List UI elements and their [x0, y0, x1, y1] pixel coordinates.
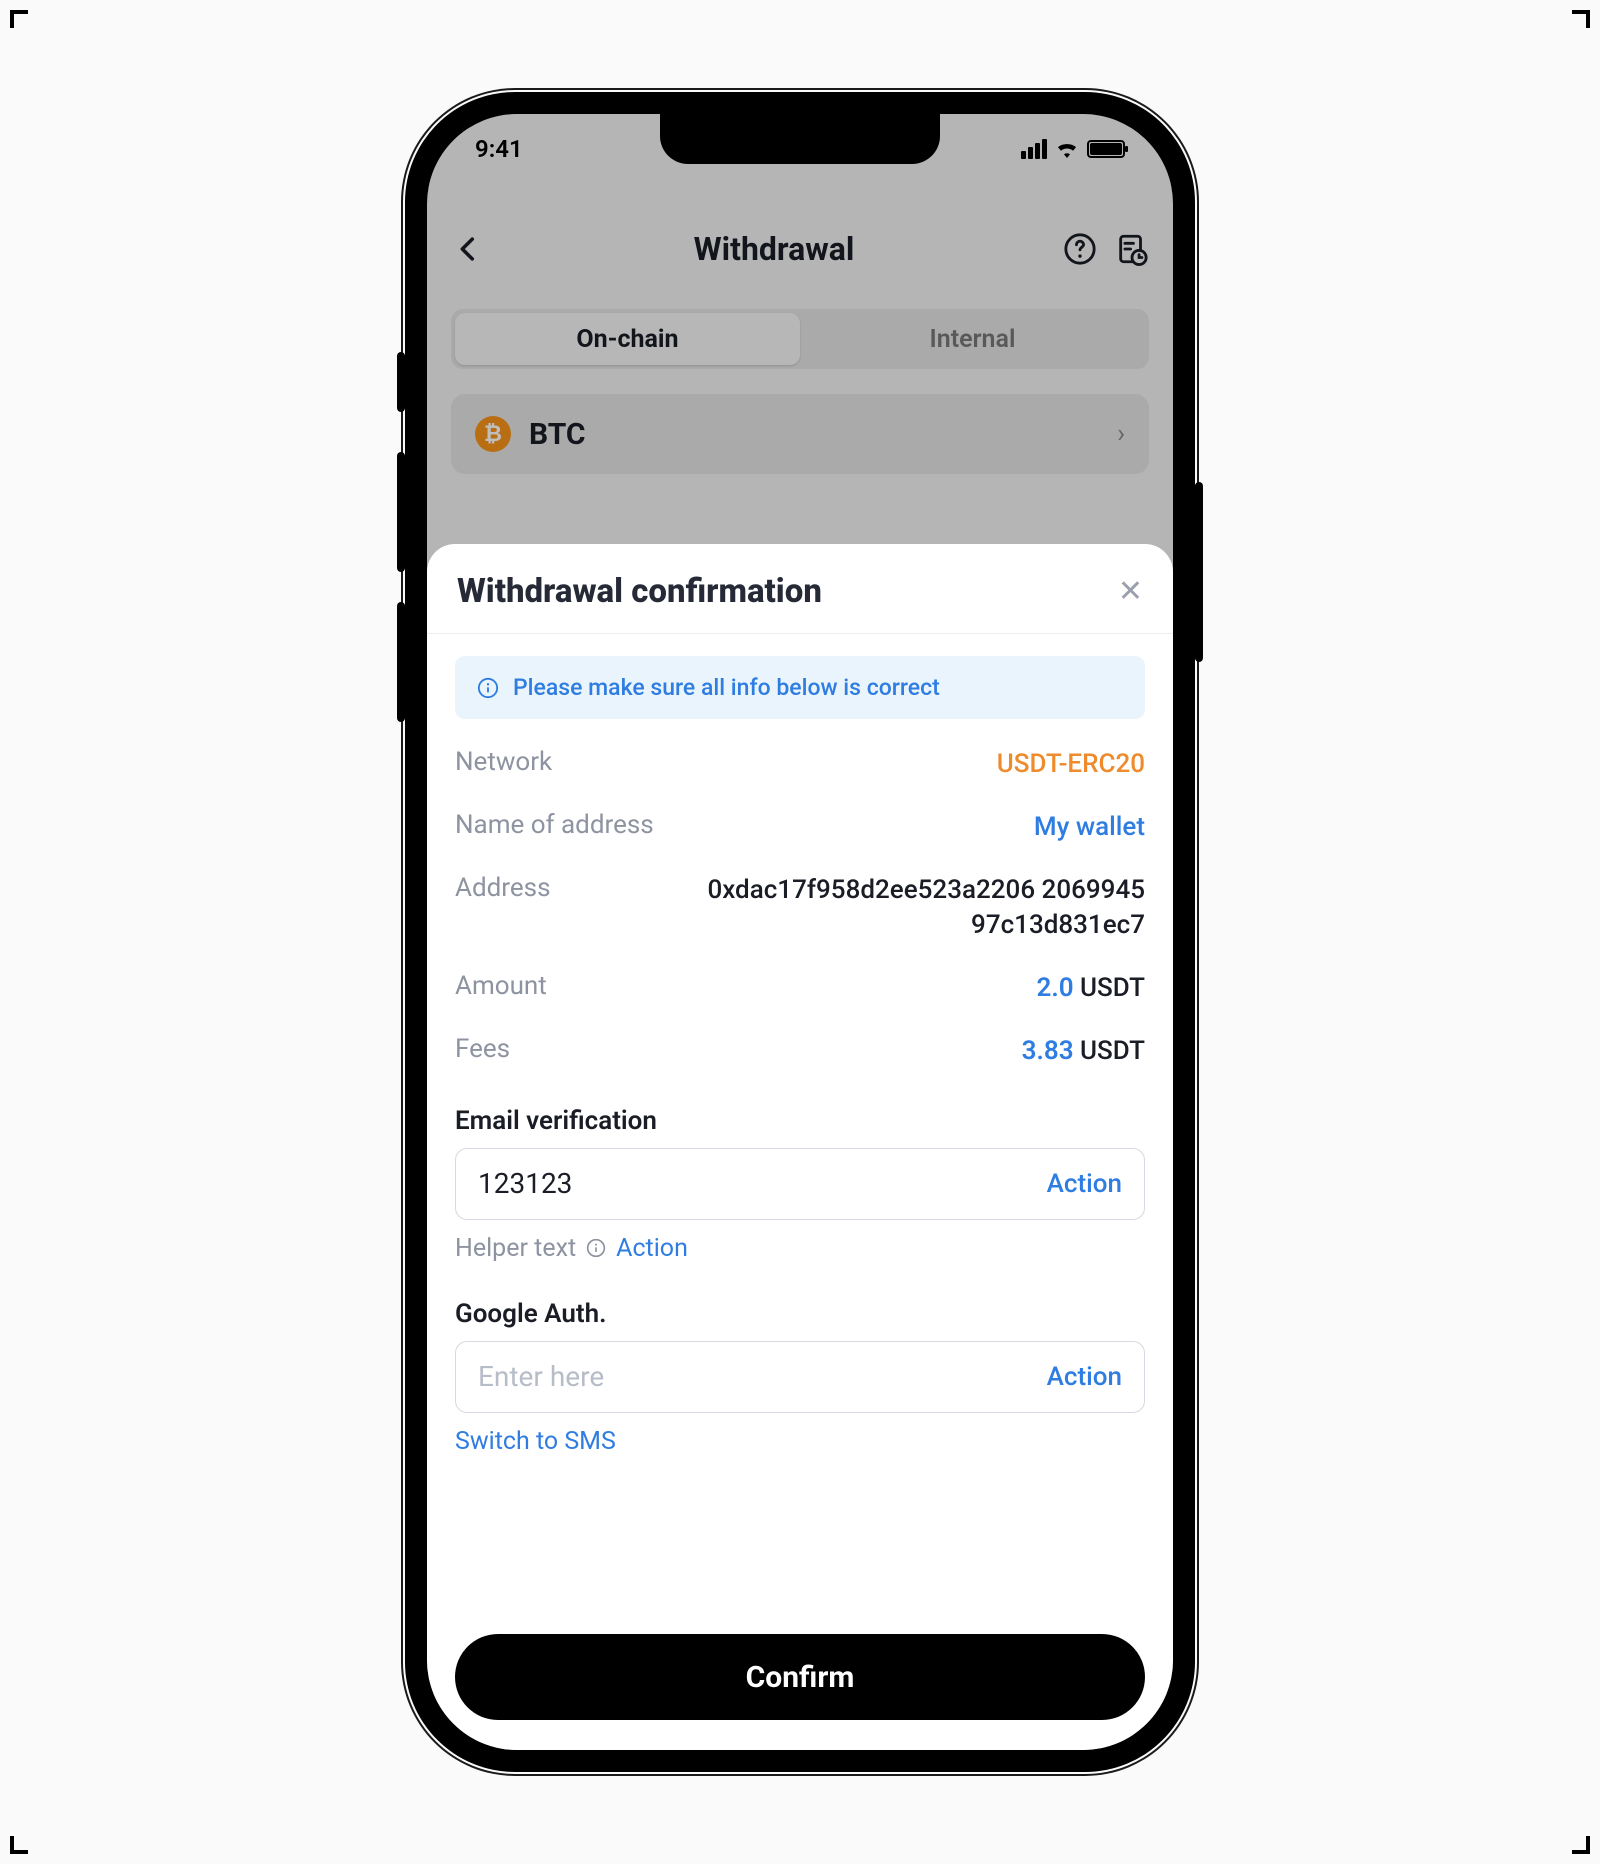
helper-text: Helper text — [455, 1234, 576, 1263]
amount-label: Amount — [455, 971, 547, 1001]
info-icon[interactable] — [586, 1238, 606, 1258]
fees-label: Fees — [455, 1034, 510, 1064]
email-verification-label: Email verification — [455, 1106, 1145, 1136]
notch — [660, 114, 940, 164]
confirm-button[interactable]: Confirm — [455, 1634, 1145, 1720]
switch-to-sms-link[interactable]: Switch to SMS — [455, 1427, 616, 1456]
network-label: Network — [455, 747, 552, 777]
info-banner: Please make sure all info below is corre… — [455, 656, 1145, 719]
info-icon — [477, 677, 499, 699]
address-name-label: Name of address — [455, 810, 654, 840]
helper-action-link[interactable]: Action — [616, 1234, 688, 1263]
amount-value: 2.0 USDT — [1036, 971, 1145, 1006]
email-code-field: Action — [455, 1148, 1145, 1220]
sheet-title: Withdrawal confirmation — [457, 572, 822, 611]
network-value: USDT-ERC20 — [997, 747, 1145, 782]
close-icon[interactable]: ✕ — [1118, 574, 1143, 609]
confirmation-sheet: Withdrawal confirmation ✕ Please make su… — [427, 544, 1173, 1750]
fees-value: 3.83 USDT — [1022, 1034, 1145, 1069]
banner-text: Please make sure all info below is corre… — [513, 674, 940, 701]
google-auth-field: Action — [455, 1341, 1145, 1413]
phone-frame: 9:41 Withdrawal On-chain Internal ₿ BTC … — [405, 92, 1195, 1772]
google-auth-input[interactable] — [478, 1360, 1047, 1393]
address-name-value: My wallet — [1034, 810, 1145, 845]
google-auth-label: Google Auth. — [455, 1299, 1145, 1329]
address-label: Address — [455, 873, 550, 903]
google-action-link[interactable]: Action — [1047, 1362, 1122, 1392]
email-action-link[interactable]: Action — [1047, 1169, 1122, 1199]
address-value: 0xdac17f958d2ee523a2206 206994597c13d831… — [703, 873, 1145, 943]
screen: 9:41 Withdrawal On-chain Internal ₿ BTC … — [427, 114, 1173, 1750]
email-code-input[interactable] — [478, 1167, 1047, 1200]
